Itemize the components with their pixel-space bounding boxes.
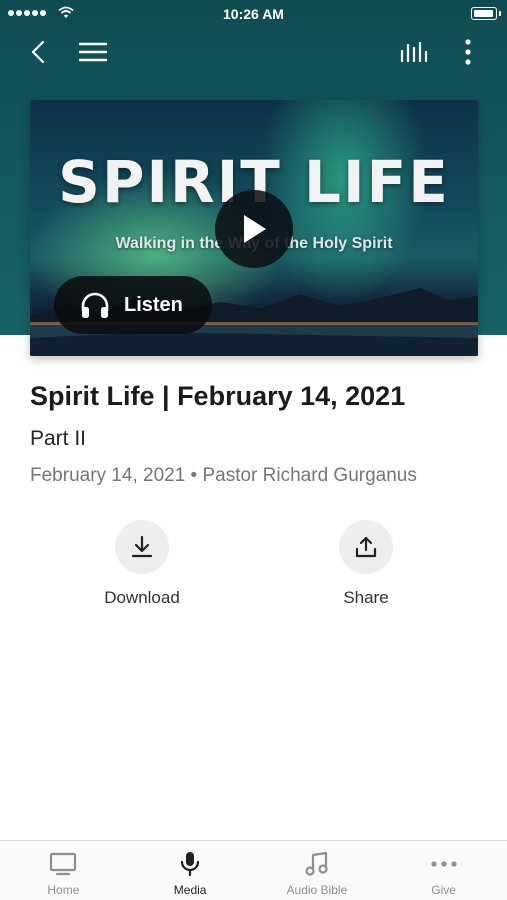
listen-label: Listen (124, 293, 183, 316)
play-icon (244, 215, 266, 243)
listen-button[interactable]: Listen (54, 276, 212, 334)
download-icon (131, 535, 153, 558)
chevron-left-icon (31, 40, 45, 64)
tab-audio-bible[interactable]: Audio Bible (254, 841, 381, 900)
back-button[interactable] (22, 36, 54, 68)
battery-icon (471, 7, 501, 20)
download-icon-circle (115, 520, 169, 574)
tab-home-label: Home (47, 883, 80, 897)
sermon-part: Part II (30, 427, 87, 450)
status-bar: 10:26 AM (0, 0, 507, 28)
microphone-icon (181, 852, 200, 877)
audio-levels-icon (400, 41, 428, 63)
hamburger-menu-icon (79, 42, 107, 62)
tab-give-label: Give (431, 883, 456, 897)
share-label: Share (343, 588, 389, 607)
status-time: 10:26 AM (223, 6, 284, 22)
tab-give[interactable]: Give (380, 841, 507, 900)
tv-icon (50, 852, 77, 876)
download-button[interactable]: Download (72, 520, 212, 608)
music-note-icon (305, 851, 328, 876)
tab-media-label: Media (173, 883, 207, 897)
tab-home[interactable]: Home (0, 841, 127, 900)
share-button[interactable]: Share (296, 520, 436, 608)
sermon-artwork: SPIRIT LIFE Walking in the Way of the Ho… (30, 100, 478, 356)
play-button[interactable] (215, 190, 293, 268)
headphones-icon (81, 292, 109, 318)
audio-levels-button[interactable] (398, 36, 430, 68)
tab-media[interactable]: Media (127, 841, 254, 900)
share-icon (355, 536, 377, 558)
share-icon-circle (339, 520, 393, 574)
menu-button[interactable] (77, 36, 109, 68)
vertical-dots-icon (465, 39, 471, 65)
sermon-title: Spirit Life | February 14, 2021 (30, 381, 406, 411)
tab-bar: Home Media Audio Bible Give (0, 840, 507, 900)
more-dots-icon (431, 861, 457, 867)
sermon-meta: February 14, 2021 • Pastor Richard Gurga… (30, 465, 417, 486)
tab-audio-bible-label: Audio Bible (286, 883, 348, 897)
more-options-button[interactable] (452, 36, 484, 68)
download-label: Download (104, 588, 180, 607)
